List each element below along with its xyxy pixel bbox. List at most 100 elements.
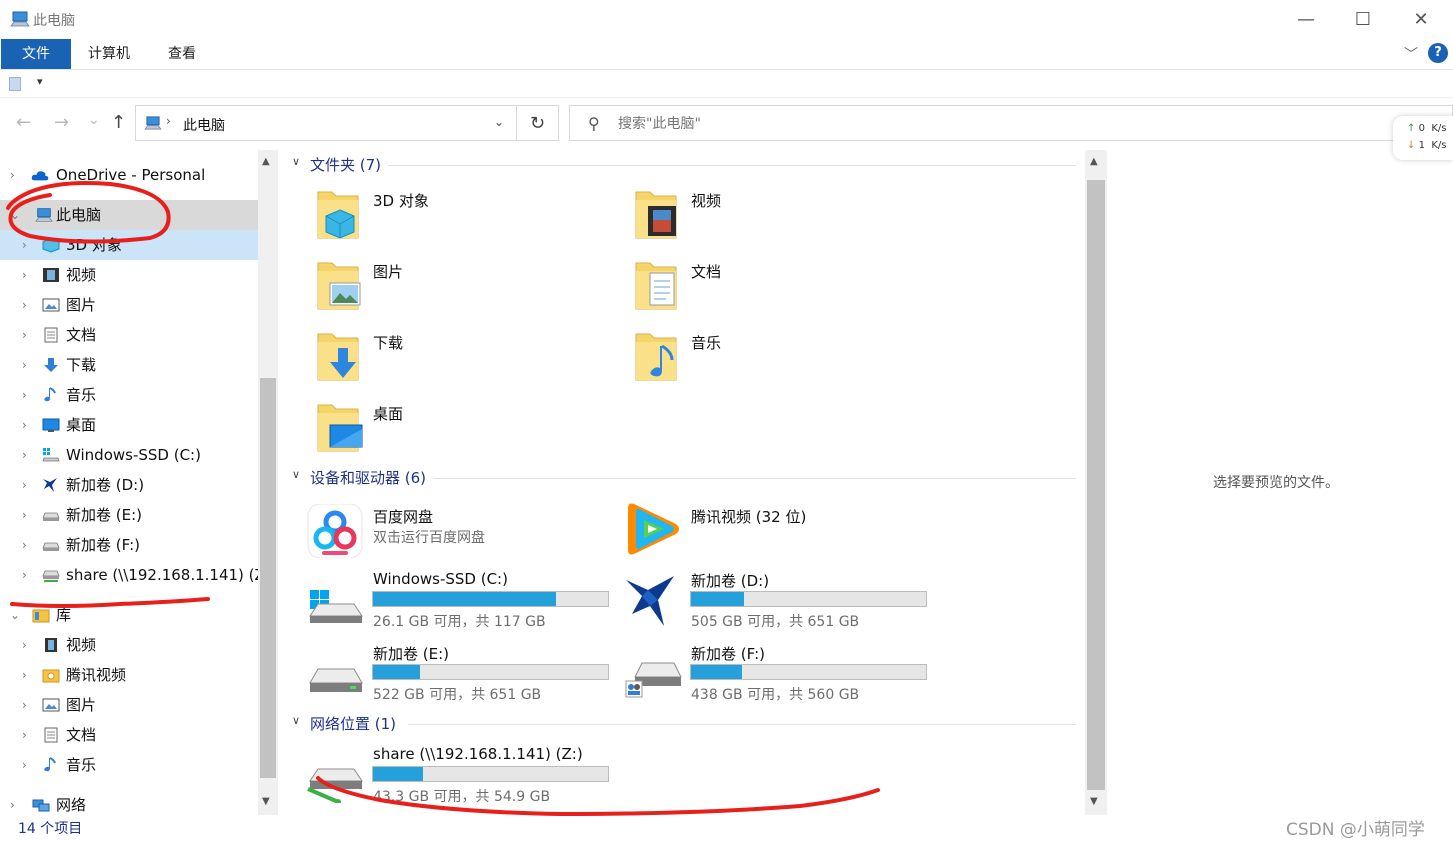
tab-computer[interactable]: 计算机 <box>70 39 148 69</box>
network-drive-item-z[interactable]: share (\\192.168.1.141) (Z:) 43.3 GB 可用，… <box>288 745 609 811</box>
folder-item[interactable]: 视频 <box>606 188 906 248</box>
maximize-button[interactable]: ☐ <box>1334 0 1392 38</box>
properties-icon[interactable] <box>9 77 21 91</box>
expand-arrow-icon[interactable]: › <box>10 160 15 190</box>
drive-item-e[interactable]: 新加卷 (E:) 522 GB 可用，共 651 GB <box>288 643 609 709</box>
tree-item-music[interactable]: › 音乐 <box>0 380 258 410</box>
scrollbar-thumb[interactable] <box>1087 180 1105 790</box>
collapse-arrow-icon[interactable]: ⌄ <box>10 600 20 630</box>
folder-item[interactable]: 文档 <box>606 259 906 319</box>
expand-arrow-icon[interactable]: › <box>22 720 27 750</box>
expand-arrow-icon[interactable]: › <box>22 750 27 780</box>
group-header-folders[interactable]: ∨ 文件夹 (7) <box>288 152 1076 178</box>
tree-item-lib-music[interactable]: › 音乐 <box>0 750 258 780</box>
document-icon <box>44 327 58 343</box>
expand-arrow-icon[interactable]: › <box>22 440 27 470</box>
tree-item-drive-d[interactable]: › 新加卷 (D:) <box>0 470 258 500</box>
tree-item-lib-pictures[interactable]: › 图片 <box>0 690 258 720</box>
tree-item-drive-c[interactable]: › Windows-SSD (C:) <box>0 440 258 470</box>
video-folder-icon <box>635 191 677 239</box>
tree-item-3d-objects[interactable]: › 3D 对象 <box>0 230 258 260</box>
drive-item-c[interactable]: Windows-SSD (C:) 26.1 GB 可用，共 117 GB <box>288 570 609 636</box>
tree-item-pictures[interactable]: › 图片 <box>0 290 258 320</box>
navigation-scrollbar[interactable]: ▲ ▼ <box>258 150 278 815</box>
tab-file[interactable]: 文件 <box>1 39 71 69</box>
tab-view[interactable]: 查看 <box>150 39 214 69</box>
tree-item-lib-tencent[interactable]: › 腾讯视频 <box>0 660 258 690</box>
expand-arrow-icon[interactable]: › <box>10 790 15 815</box>
tree-item-documents[interactable]: › 文档 <box>0 320 258 350</box>
expand-arrow-icon[interactable]: › <box>22 500 27 530</box>
expand-arrow-icon[interactable]: › <box>22 660 27 690</box>
folder-item[interactable]: 图片 <box>288 259 588 319</box>
drive-item-d[interactable]: 新加卷 (D:) 505 GB 可用，共 651 GB <box>606 570 927 636</box>
folder-item[interactable]: 下载 <box>288 330 588 390</box>
tree-item-drive-z[interactable]: › share (\\192.168.1.141) (Z:) <box>0 560 258 590</box>
tree-item-downloads[interactable]: › 下载 <box>0 350 258 380</box>
minimize-button[interactable]: — <box>1277 0 1335 38</box>
collapse-arrow-icon[interactable]: ∨ <box>292 155 300 168</box>
back-button[interactable]: ← <box>16 112 31 133</box>
customize-toolbar-icon[interactable]: ▾ <box>37 75 43 88</box>
search-box[interactable]: ⚲ <box>569 105 1453 141</box>
tree-item-video[interactable]: › 视频 <box>0 260 258 290</box>
breadcrumb-separator-icon[interactable]: › <box>166 114 171 128</box>
tree-item-desktop[interactable]: › 桌面 <box>0 410 258 440</box>
scrollbar-thumb[interactable] <box>260 378 276 778</box>
expand-arrow-icon[interactable]: › <box>22 380 27 410</box>
tree-item-onedrive[interactable]: › OneDrive - Personal <box>0 160 258 190</box>
help-icon[interactable]: ? <box>1428 43 1448 63</box>
expand-arrow-icon[interactable]: › <box>22 350 27 380</box>
expand-arrow-icon[interactable]: › <box>22 410 27 440</box>
tree-item-label: 图片 <box>66 296 97 314</box>
collapse-arrow-icon[interactable]: ∨ <box>292 714 300 727</box>
tree-item-drive-f[interactable]: › 新加卷 (F:) <box>0 530 258 560</box>
tree-item-label: 网络 <box>56 796 87 814</box>
expand-arrow-icon[interactable]: › <box>22 560 27 590</box>
content-scrollbar[interactable]: ▲ ▼ <box>1085 150 1107 815</box>
tree-item-libraries[interactable]: ⌄ 库 <box>0 600 258 630</box>
folder-item[interactable]: 音乐 <box>606 330 906 390</box>
recent-locations-button[interactable]: ⌄ <box>88 112 100 128</box>
expand-arrow-icon[interactable]: › <box>22 290 27 320</box>
tencent-video-icon <box>628 503 679 555</box>
expand-arrow-icon[interactable]: › <box>22 230 27 260</box>
up-button[interactable]: ↑ <box>111 112 126 133</box>
app-item-baidu[interactable]: 百度网盘 双击运行百度网盘 <box>288 500 608 566</box>
scroll-up-icon[interactable]: ▲ <box>262 156 270 167</box>
expand-arrow-icon[interactable]: › <box>22 260 27 290</box>
tree-item-this-pc[interactable]: ⌄ 此电脑 <box>0 200 258 230</box>
scroll-down-icon[interactable]: ▼ <box>262 796 270 807</box>
address-bar[interactable]: › 此电脑 ⌄ <box>135 105 517 141</box>
close-button[interactable]: ✕ <box>1392 0 1450 38</box>
address-dropdown-icon[interactable]: ⌄ <box>494 115 504 129</box>
folder-item[interactable]: 桌面 <box>288 401 588 461</box>
group-header-devices[interactable]: ∨ 设备和驱动器 (6) <box>288 465 1076 491</box>
ribbon-expand-icon[interactable]: ﹀ <box>1404 44 1418 64</box>
tree-item-network[interactable]: › 网络 <box>0 790 258 815</box>
folder-name: 下载 <box>373 334 404 352</box>
collapse-arrow-icon[interactable]: ⌄ <box>10 200 20 230</box>
scroll-down-icon[interactable]: ▼ <box>1090 796 1098 807</box>
scroll-up-icon[interactable]: ▲ <box>1090 156 1098 167</box>
expand-arrow-icon[interactable]: › <box>22 630 27 660</box>
tree-item-drive-e[interactable]: › 新加卷 (E:) <box>0 500 258 530</box>
collapse-arrow-icon[interactable]: ∨ <box>292 468 300 481</box>
drive-icon <box>42 542 60 551</box>
refresh-button[interactable]: ↻ <box>517 105 559 141</box>
forward-button[interactable]: → <box>54 112 69 133</box>
drive-item-f[interactable]: 新加卷 (F:) 438 GB 可用，共 560 GB <box>606 643 927 709</box>
folder-item[interactable]: 3D 对象 <box>288 188 588 248</box>
expand-arrow-icon[interactable]: › <box>22 320 27 350</box>
app-item-tencent-video[interactable]: 腾讯视频 (32 位) <box>606 498 926 564</box>
tree-item-lib-documents[interactable]: › 文档 <box>0 720 258 750</box>
breadcrumb[interactable]: 此电脑 <box>183 115 225 135</box>
expand-arrow-icon[interactable]: › <box>22 530 27 560</box>
group-title: 网络位置 (1) <box>310 715 397 733</box>
tree-item-label: 文档 <box>66 726 97 744</box>
expand-arrow-icon[interactable]: › <box>22 690 27 720</box>
expand-arrow-icon[interactable]: › <box>22 470 27 500</box>
tree-item-lib-video[interactable]: › 视频 <box>0 630 258 660</box>
search-input[interactable] <box>618 113 1318 135</box>
group-header-network[interactable]: ∨ 网络位置 (1) <box>288 711 1076 737</box>
